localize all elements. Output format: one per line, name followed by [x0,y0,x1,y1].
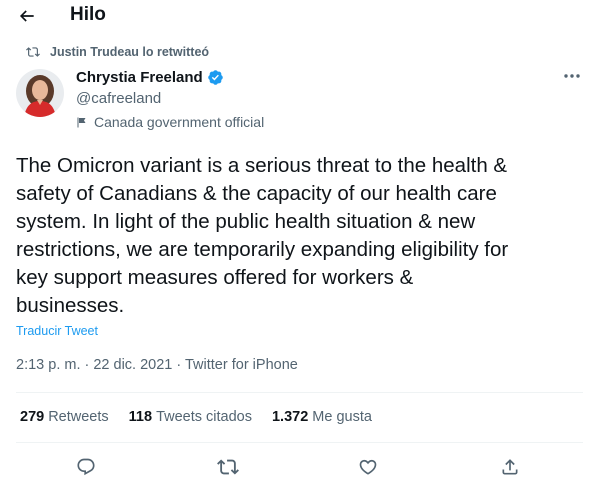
share-icon [502,459,518,475]
more-options-button[interactable] [560,66,584,86]
retweets-count[interactable]: 279 Retweets [20,409,109,425]
quote-tweets-count[interactable]: 118 Tweets citados [129,409,252,425]
tweet-text: The Omicron variant is a serious threat … [16,154,509,317]
back-button[interactable] [14,3,40,29]
likes-count[interactable]: 1.372 Me gusta [272,409,372,425]
author-name-text: Chrystia Freeland [76,69,203,86]
government-label[interactable]: Canada government official [76,114,264,130]
retweet-button[interactable] [216,455,240,479]
author-handle[interactable]: @cafreeland [76,90,161,107]
author-name[interactable]: Chrystia Freeland [76,69,224,86]
government-label-text: Canada government official [94,114,265,130]
arrow-left-icon [19,10,34,22]
top-bar: Hilo [0,0,599,32]
avatar-image [16,69,64,117]
tweet-stats: 279 Retweets 118 Tweets citados 1.372 Me gu… [20,409,392,425]
more-horizontal-icon [564,74,580,78]
reply-icon [77,458,95,476]
stat-label: Me gusta [312,409,372,425]
tweet-metadata[interactable]: 2:13 p. m. · 22 dic. 2021 · Twitter for … [16,357,298,373]
page-title: Hilo [70,4,106,25]
divider [16,392,583,393]
stat-number: 118 [128,409,153,425]
stat-label: Tweets citados [156,409,252,425]
action-bar [0,455,599,483]
like-button[interactable] [356,455,380,479]
retweet-icon [26,47,40,57]
retweet-context[interactable]: Justin Trudeau lo retwitteó [26,45,209,59]
reply-button[interactable] [74,455,98,479]
verified-badge-icon [207,69,224,86]
translate-tweet-link[interactable]: Traducir Tweet [16,324,98,338]
stat-label: Retweets [48,409,109,425]
share-button[interactable] [498,455,522,479]
stat-number: 279 [20,409,45,425]
flag-icon [77,117,86,127]
avatar[interactable] [16,69,64,117]
like-icon [359,459,377,475]
divider [16,442,583,443]
retweet-icon [217,459,239,475]
retweet-context-text: Justin Trudeau lo retwitteó [50,45,210,59]
stat-number: 1.372 [271,409,309,425]
